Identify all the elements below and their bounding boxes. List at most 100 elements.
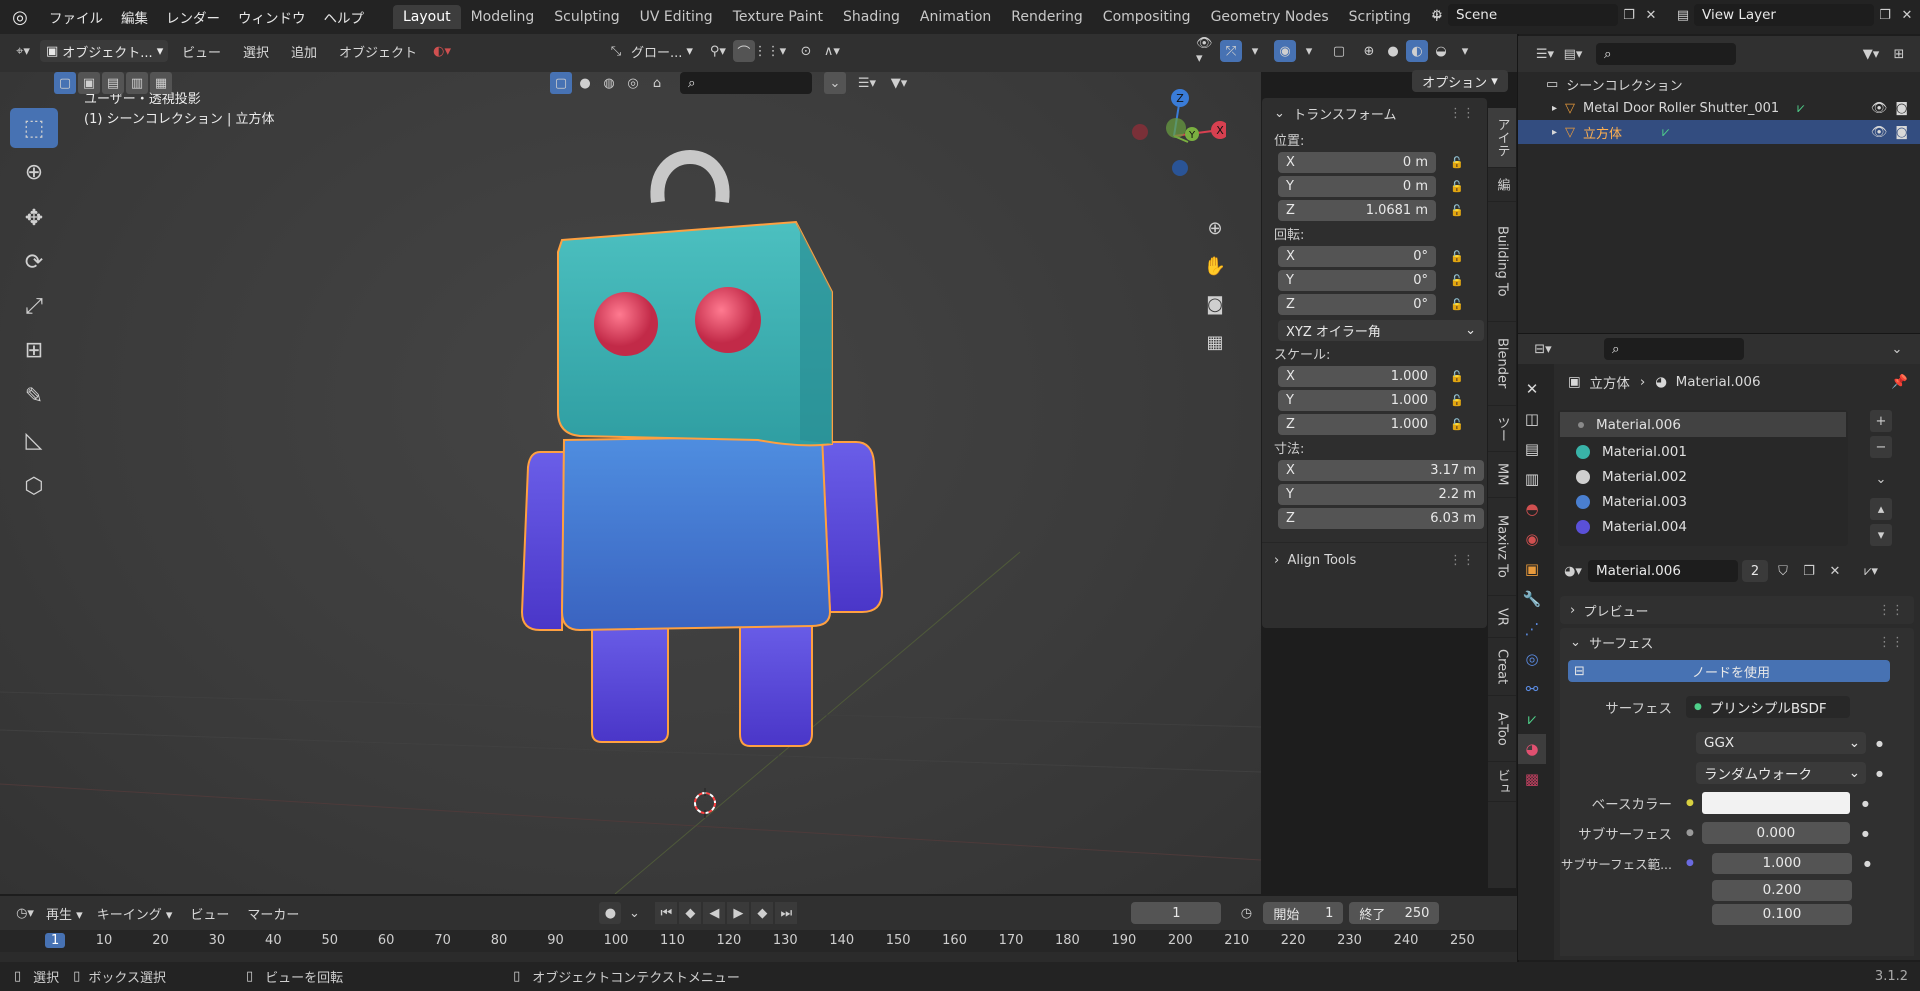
scale-tool-icon[interactable]: ⤢ bbox=[10, 286, 58, 326]
rotate-tool-icon[interactable]: ⟳ bbox=[10, 242, 58, 282]
rotation-z-field[interactable]: Z 0° bbox=[1278, 293, 1436, 315]
overlay-dropdown-icon[interactable]: ▾ bbox=[1298, 40, 1320, 62]
menu-file[interactable]: ファイル bbox=[40, 7, 112, 27]
transform-tool-icon[interactable]: ⊞ bbox=[10, 330, 58, 370]
unlink-icon[interactable]: ✕ bbox=[1824, 560, 1846, 582]
delete-scene-icon[interactable]: ✕ bbox=[1640, 4, 1662, 26]
material-slot-list[interactable]: Material.006 Material.001 Material.002 M… bbox=[1558, 410, 1848, 546]
eye-icon[interactable]: 👁 bbox=[1871, 101, 1888, 116]
pan-hand-icon[interactable]: ✋ bbox=[1200, 250, 1230, 282]
modifier-tab-icon[interactable]: 🔧 bbox=[1518, 584, 1546, 614]
lock-icon[interactable]: 🔓 bbox=[1450, 250, 1470, 263]
proportional-edit-icon[interactable]: ⊙ bbox=[795, 40, 817, 62]
gizmo-dropdown-icon[interactable]: ▾ bbox=[1244, 40, 1266, 62]
tab-view[interactable]: ビュ bbox=[1488, 762, 1516, 802]
scene-field[interactable]: Scene bbox=[1448, 4, 1618, 26]
location-z-field[interactable]: Z 1.0681 m bbox=[1278, 199, 1436, 221]
tab-vr[interactable]: VR bbox=[1488, 596, 1516, 638]
select-extend-icon[interactable]: ▣ bbox=[78, 72, 100, 94]
scale-x-field[interactable]: X 1.000 bbox=[1278, 365, 1436, 387]
select-icon[interactable]: ▢ bbox=[550, 72, 572, 94]
scene-collection-row[interactable]: ▭ シーンコレクション bbox=[1518, 72, 1920, 96]
view-layer-field[interactable]: View Layer bbox=[1694, 4, 1874, 26]
tab-edit[interactable]: 編 bbox=[1488, 168, 1516, 202]
play-icon[interactable]: ▶ bbox=[727, 902, 750, 924]
socket-dot-icon[interactable]: ● bbox=[1686, 798, 1694, 808]
mode-dropdown[interactable]: ▣ オブジェクト... ▾ bbox=[40, 40, 168, 62]
gizmo-y-neg[interactable] bbox=[1166, 118, 1186, 138]
preview-panel-header[interactable]: › プレビュー ⋮⋮ bbox=[1560, 596, 1914, 624]
options-dropdown[interactable]: オプション ▾ bbox=[1412, 70, 1508, 92]
shading-dropdown-icon[interactable]: ▾ bbox=[1454, 40, 1476, 62]
particles-tab-icon[interactable]: ⋰ bbox=[1518, 614, 1546, 644]
keyframe-dot-icon[interactable]: ● bbox=[1864, 859, 1871, 868]
dimensions-y-field[interactable]: Y 2.2 m bbox=[1278, 483, 1484, 505]
outliner-editor-icon[interactable]: ☰▾ bbox=[1534, 43, 1556, 65]
editor-type-icon[interactable]: ⌖▾ bbox=[12, 40, 34, 62]
expand-arrow-icon[interactable]: ▸ bbox=[1552, 127, 1557, 138]
pivot-icon[interactable]: ⚲▾ bbox=[707, 40, 729, 62]
keyframe-dot-icon[interactable]: ● bbox=[1876, 739, 1883, 748]
use-nodes-button[interactable]: ⊟ ノードを使用 bbox=[1568, 660, 1890, 682]
tab-modeling[interactable]: Modeling bbox=[461, 5, 545, 29]
overlay-toggle-icon[interactable]: ◉ bbox=[1274, 40, 1296, 62]
dimensions-x-field[interactable]: X 3.17 m bbox=[1278, 459, 1484, 481]
material-shading-icon[interactable]: ◐ bbox=[1406, 40, 1428, 62]
radius-y-field[interactable]: 0.200 bbox=[1712, 879, 1852, 901]
tab-layout[interactable]: Layout bbox=[393, 5, 461, 29]
record-dropdown-icon[interactable]: ⌄ bbox=[623, 902, 645, 924]
tab-mm[interactable]: MM bbox=[1488, 452, 1516, 498]
rotation-x-field[interactable]: X 0° bbox=[1278, 245, 1436, 267]
keyframe-dot-icon[interactable]: ● bbox=[1862, 799, 1869, 808]
start-frame-field[interactable]: 開始 1 bbox=[1263, 902, 1344, 924]
select-intersect-icon[interactable]: ▦ bbox=[150, 72, 172, 94]
world-tab-icon[interactable]: ◉ bbox=[1518, 524, 1546, 554]
material-preview-icon[interactable]: ◐▾ bbox=[431, 40, 453, 62]
collapse-icon[interactable]: ⌄ bbox=[824, 72, 846, 94]
tab-shading[interactable]: Shading bbox=[833, 5, 910, 29]
drag-handle-icon[interactable]: ⋮⋮ bbox=[1878, 635, 1904, 650]
select-box-tool-icon[interactable]: ⬚ bbox=[10, 108, 58, 148]
texture-icon[interactable]: ⌂ bbox=[646, 72, 668, 94]
distribution-dropdown[interactable]: GGX ⌄ bbox=[1696, 732, 1866, 754]
physics-tab-icon[interactable]: ◎ bbox=[1518, 644, 1546, 674]
sphere-icon[interactable]: ● bbox=[574, 72, 596, 94]
tab-rendering[interactable]: Rendering bbox=[1001, 5, 1093, 29]
clock-icon[interactable]: ◷ bbox=[1235, 902, 1257, 924]
tab-tool[interactable]: ツー bbox=[1488, 406, 1516, 452]
camera-render-icon[interactable]: ◙ bbox=[1895, 125, 1908, 140]
cursor-tool-icon[interactable]: ⊕ bbox=[10, 152, 58, 192]
menu-add[interactable]: 追加 bbox=[283, 42, 325, 61]
prev-keyframe-icon[interactable]: ◆ bbox=[679, 902, 702, 924]
select-invert-icon[interactable]: ▥ bbox=[126, 72, 148, 94]
align-tools-header[interactable]: › Align Tools ⋮⋮ bbox=[1262, 542, 1487, 578]
tab-blender[interactable]: Blender bbox=[1488, 322, 1516, 406]
falloff-icon[interactable]: ∧▾ bbox=[821, 40, 843, 62]
lock-icon[interactable]: 🔓 bbox=[1450, 298, 1470, 311]
menu-select[interactable]: 選択 bbox=[235, 42, 277, 61]
visibility-icon[interactable]: 👁▾ bbox=[1196, 36, 1218, 66]
menu-timeline-view[interactable]: ビュー bbox=[182, 904, 237, 923]
menu-edit[interactable]: 編集 bbox=[112, 7, 157, 27]
gizmo-z-neg[interactable] bbox=[1172, 160, 1188, 176]
add-cube-tool-icon[interactable]: ⬡ bbox=[10, 466, 58, 506]
expand-arrow-icon[interactable]: ▸ bbox=[1552, 103, 1557, 114]
snap-grid-icon[interactable]: ⋮⋮▾ bbox=[754, 40, 787, 62]
users-count[interactable]: 2 bbox=[1742, 560, 1768, 582]
object-tab-icon[interactable]: ▣ bbox=[1518, 554, 1546, 584]
measure-tool-icon[interactable]: ◺ bbox=[10, 420, 58, 460]
jump-start-icon[interactable]: ⏮ bbox=[655, 902, 678, 924]
lock-icon[interactable]: 🔓 bbox=[1450, 274, 1470, 287]
menu-render[interactable]: レンダー bbox=[157, 7, 229, 27]
fake-user-icon[interactable]: ⛉ bbox=[1772, 560, 1794, 582]
tab-sculpting[interactable]: Sculpting bbox=[544, 5, 629, 29]
tab-maxivz-tools[interactable]: Maxivz To bbox=[1488, 498, 1516, 596]
menu-playback[interactable]: 再生 ▾ bbox=[42, 904, 87, 923]
end-frame-field[interactable]: 終了 250 bbox=[1349, 902, 1440, 924]
tab-a-tools[interactable]: A-Too bbox=[1488, 696, 1516, 762]
menu-object[interactable]: オブジェクト bbox=[331, 42, 425, 61]
subsurface-method-dropdown[interactable]: ランダムウォーク ⌄ bbox=[1696, 762, 1866, 784]
camera-icon[interactable]: ◙ bbox=[1200, 288, 1230, 320]
properties-editor-icon[interactable]: ⊟▾ bbox=[1532, 338, 1554, 360]
copy-scene-icon[interactable]: ❐ bbox=[1618, 4, 1640, 26]
